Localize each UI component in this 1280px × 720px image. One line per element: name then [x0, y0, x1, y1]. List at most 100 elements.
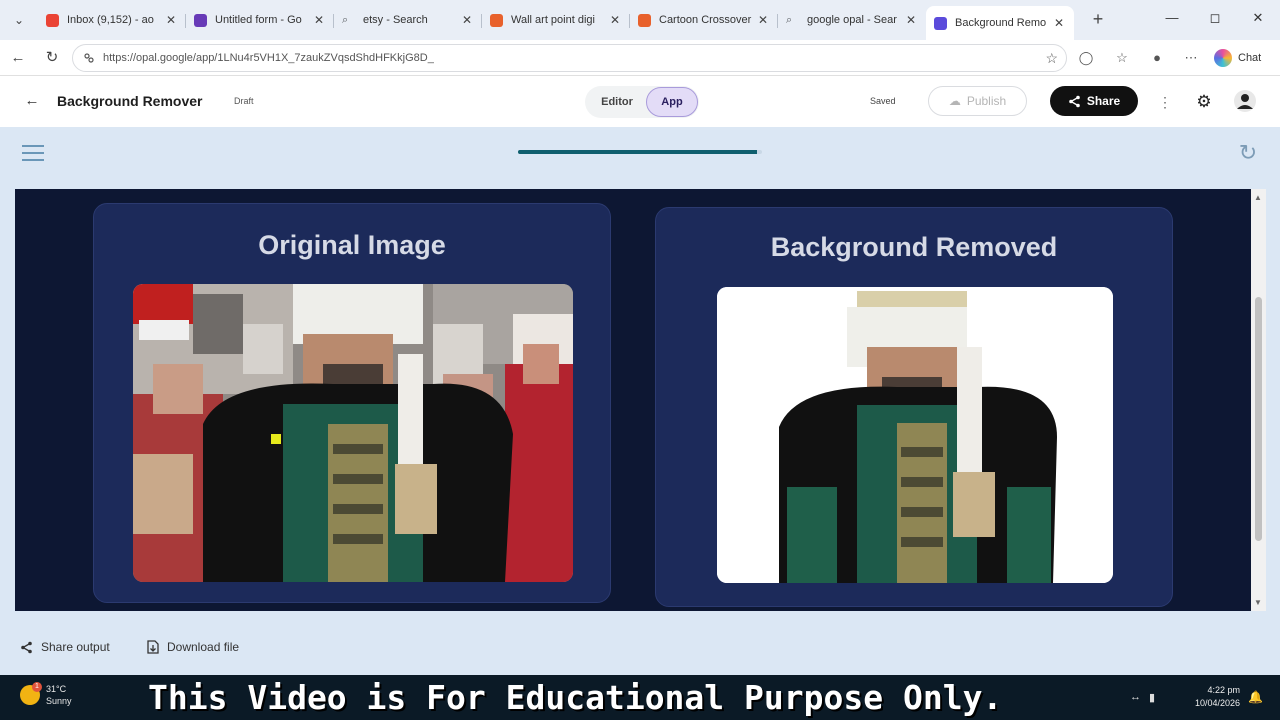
background-removed-image [717, 287, 1113, 583]
hamburger-menu-icon[interactable] [22, 145, 44, 161]
original-image [133, 284, 573, 582]
sun-icon: 1 [20, 682, 42, 705]
network-icon[interactable]: ↔ [1130, 691, 1141, 704]
avatar[interactable] [1234, 90, 1256, 112]
tab-close-icon[interactable]: ✕ [164, 13, 178, 27]
maximize-icon[interactable]: ◻ [1205, 10, 1225, 26]
url-input[interactable]: https://opal.google/app/1LNu4r5VH1X_7zau… [72, 44, 1067, 72]
run-progress-bar [518, 150, 762, 154]
battery-icon[interactable]: ▮ [1149, 691, 1155, 704]
tab-close-icon[interactable]: ✕ [460, 13, 474, 27]
run-progress-fill [518, 150, 758, 154]
app-title: Background Remover [57, 93, 203, 109]
tab-title: Inbox (9,152) - ao [67, 14, 154, 26]
clock-date: 10/04/2026 [1194, 698, 1240, 708]
rerun-icon[interactable]: ↻ [1236, 141, 1260, 165]
tab-close-icon[interactable]: ✕ [1052, 16, 1066, 30]
share-output-button[interactable]: Share output [20, 640, 110, 654]
tab-close-icon[interactable]: ✕ [312, 13, 326, 27]
person-icon [1237, 94, 1253, 109]
url-text: https://opal.google/app/1LNu4r5VH1X_7zau… [103, 52, 434, 64]
tab-actions-chevron-icon[interactable]: ⌄ [6, 8, 32, 32]
download-file-button[interactable]: Download file [147, 640, 239, 654]
browser-tab[interactable]: Background Remo ✕ [926, 6, 1074, 40]
address-bar: ← ↻ https://opal.google/app/1LNu4r5VH1X_… [0, 40, 1280, 76]
chat-label: Chat [1238, 52, 1262, 64]
tab-close-icon[interactable]: ✕ [904, 13, 918, 27]
share-output-label: Share output [41, 640, 110, 654]
new-tab-button[interactable]: + [1088, 8, 1108, 30]
mode-toggle: Editor App [585, 86, 699, 118]
browser-tab[interactable]: ⌕ google opal - Sear ✕ [778, 6, 926, 34]
background-removed-panel: Background Removed [655, 207, 1173, 607]
taskbar: 1 31°C Sunny This Video is For Education… [0, 675, 1280, 720]
bookmark-star-icon[interactable]: ☆ [1045, 50, 1058, 67]
weather-condition: Sunny [46, 696, 72, 706]
tab-title: Wall art point digi [511, 14, 595, 26]
publish-label: Publish [966, 94, 1007, 108]
notification-bell-icon[interactable]: 🔔 [1248, 690, 1263, 704]
tab-favicon-icon [194, 13, 207, 27]
tab-favicon-icon [490, 13, 503, 27]
browser-tab[interactable]: Untitled form - Go ✕ [186, 6, 334, 34]
original-image-panel: Original Image [93, 203, 611, 603]
original-image-title: Original Image [258, 230, 446, 260]
close-window-icon[interactable]: ✕ [1248, 10, 1268, 26]
weather-widget[interactable]: 1 31°C Sunny [20, 682, 72, 707]
browser-tab-strip: ⌄ Inbox (9,152) - ao ✕ Untitled form - Go ✕… [0, 0, 1280, 40]
editor-mode-button[interactable]: Editor [589, 90, 645, 114]
more-vert-icon[interactable]: ⋮ [1158, 92, 1172, 112]
share-button[interactable]: Share [1050, 86, 1138, 116]
back-arrow-icon[interactable]: ← [22, 91, 42, 111]
scroll-up-icon[interactable]: ▲ [1254, 193, 1262, 202]
profile-icon[interactable]: ● [1148, 49, 1166, 67]
clock[interactable]: 4:22 pm 10/04/2026 [1180, 684, 1240, 710]
site-info-icon[interactable] [83, 52, 95, 64]
minimize-icon[interactable]: — [1162, 10, 1182, 25]
more-options-icon[interactable]: ⋯ [1182, 49, 1200, 67]
share-icon [21, 641, 32, 653]
app-run-area: ↻ Original Image Background Removed ▲ ▼ … [0, 127, 1280, 675]
tab-title: etsy - Search [363, 14, 428, 26]
favorites-icon[interactable]: ☆ [1113, 49, 1131, 67]
save-status: Saved [870, 96, 896, 106]
scroll-down-icon[interactable]: ▼ [1254, 598, 1262, 607]
download-file-icon [147, 640, 159, 654]
browser-tab[interactable]: Wall art point digi ✕ [482, 6, 630, 34]
tab-favicon-icon [934, 16, 947, 30]
cloud-upload-icon: ☁ [948, 94, 961, 108]
back-arrow-icon[interactable]: ← [8, 48, 28, 68]
weather-badge: 1 [32, 682, 42, 692]
copilot-chat-button[interactable]: Chat [1214, 48, 1261, 68]
tab-title: Untitled form - Go [215, 14, 302, 26]
gear-icon[interactable]: ⚙ [1194, 92, 1214, 112]
share-label: Share [1086, 94, 1121, 108]
temperature: 31°C [46, 684, 67, 694]
tab-title: Cartoon Crossover [659, 14, 752, 26]
share-icon [1069, 95, 1080, 107]
clock-time: 4:22 pm [1207, 685, 1240, 695]
browser-tab[interactable]: ⌕ etsy - Search ✕ [334, 6, 482, 34]
draft-status: Draft [234, 96, 254, 106]
search-icon: ⌕ [342, 13, 349, 26]
output-frame: Original Image Background Removed [15, 189, 1251, 611]
app-mode-button[interactable]: App [646, 87, 698, 117]
tab-favicon-icon [46, 13, 59, 27]
tab-title: google opal - Sear [807, 14, 897, 26]
search-icon: ⌕ [786, 13, 793, 26]
browser-tab[interactable]: Inbox (9,152) - ao ✕ [38, 6, 186, 34]
scrollbar-thumb[interactable] [1255, 297, 1262, 541]
app-header: ← Background Remover Draft Editor App Sa… [0, 77, 1280, 127]
tab-favicon-icon [638, 13, 651, 27]
output-scrollbar[interactable]: ▲ ▼ [1251, 189, 1266, 611]
publish-button[interactable]: ☁ Publish [928, 86, 1027, 116]
tab-title: Background Remo [955, 17, 1047, 29]
copilot-icon [1214, 49, 1232, 67]
background-removed-title: Background Removed [770, 232, 1058, 262]
download-file-label: Download file [167, 640, 240, 654]
browser-tab[interactable]: Cartoon Crossover ✕ [630, 6, 778, 34]
tab-close-icon[interactable]: ✕ [756, 13, 770, 27]
tab-close-icon[interactable]: ✕ [608, 13, 622, 27]
extension-icon[interactable]: ◯ [1077, 49, 1095, 67]
reload-icon[interactable]: ↻ [42, 48, 62, 68]
